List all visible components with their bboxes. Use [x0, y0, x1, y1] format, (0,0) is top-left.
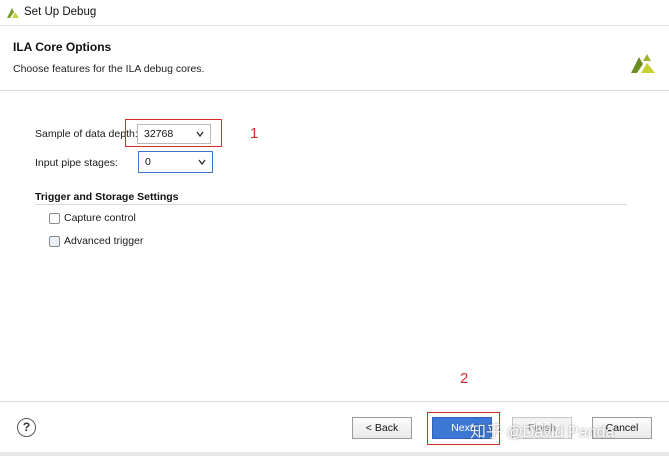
page-header: ILA Core Options Choose features for the…	[0, 26, 669, 90]
page-subtitle: Choose features for the ILA debug cores.	[13, 63, 205, 75]
back-button[interactable]: < Back	[352, 417, 412, 439]
vivado-logo-icon	[7, 8, 19, 18]
section-divider	[35, 204, 627, 205]
capture-control-label: Capture control	[64, 212, 136, 224]
annotation-box-1	[125, 119, 222, 147]
capture-control-checkbox[interactable]	[49, 213, 60, 224]
header-divider	[0, 90, 669, 91]
annotation-number-2: 2	[460, 370, 469, 387]
sample-depth-label: Sample of data depth:	[35, 128, 138, 140]
advanced-trigger-label: Advanced trigger	[64, 235, 144, 247]
pipe-stages-select[interactable]: 0	[138, 151, 213, 173]
vivado-brand-icon	[631, 54, 655, 73]
advanced-trigger-checkbox[interactable]	[49, 236, 60, 247]
window-title: Set Up Debug	[24, 6, 97, 18]
watermark-text: 知乎 @David Panda	[470, 424, 615, 441]
section-title: Trigger and Storage Settings	[35, 191, 179, 203]
bottom-edge	[0, 452, 669, 456]
pipe-stages-label: Input pipe stages:	[35, 157, 118, 169]
chevron-down-icon	[198, 159, 206, 166]
annotation-number-1: 1	[250, 125, 259, 142]
footer-divider	[0, 401, 669, 402]
help-button[interactable]: ?	[17, 418, 36, 437]
page-title: ILA Core Options	[13, 40, 112, 54]
title-bar: Set Up Debug	[0, 0, 669, 26]
pipe-stages-value: 0	[145, 156, 151, 168]
